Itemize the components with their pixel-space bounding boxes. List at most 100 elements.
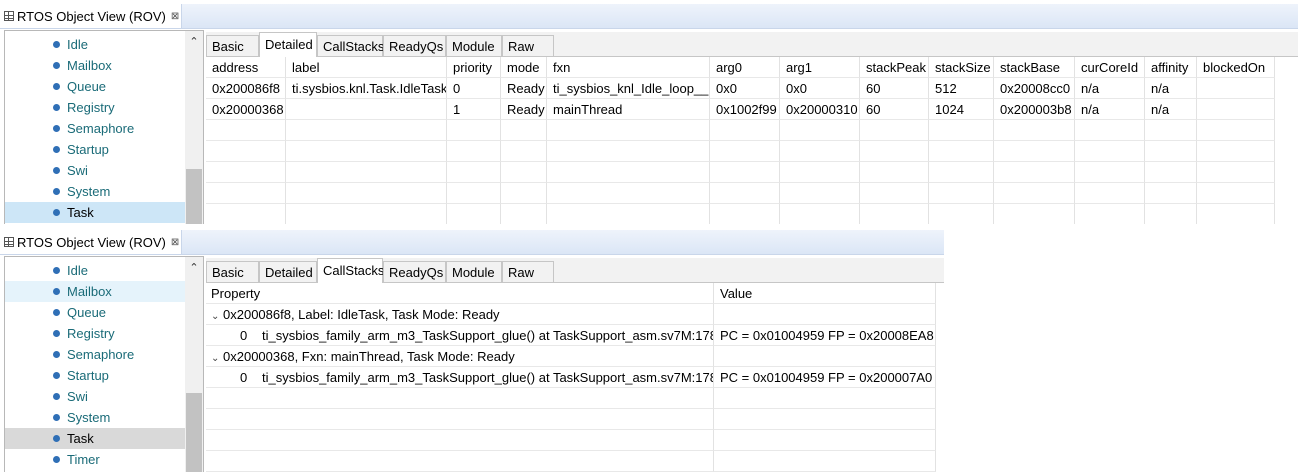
tree-item-timer[interactable]: Timer (5, 449, 185, 470)
tree-item-swi[interactable]: Swi (5, 160, 185, 181)
scrollbar-thumb[interactable] (186, 393, 202, 472)
empty-cell (1197, 120, 1275, 141)
tab-callstacks[interactable]: CallStacks (317, 35, 384, 56)
table-row[interactable] (206, 430, 936, 451)
tab-basic[interactable]: Basic (206, 35, 259, 56)
table-row[interactable] (206, 388, 936, 409)
value-cell: PC = 0x01004959 FP = 0x200007A0 (714, 367, 936, 388)
tree-item-system[interactable]: System (5, 407, 185, 428)
table-row[interactable] (206, 204, 1275, 224)
close-icon[interactable]: ⊠ (171, 237, 179, 248)
module-bullet-icon (53, 83, 60, 90)
callstacks-table: Property Value ⌄ 0x200086f8, Label: IdleTas… (206, 283, 944, 472)
column-header-arg1[interactable]: arg1 (780, 57, 860, 78)
empty-cell (929, 120, 994, 141)
tree-item-swi[interactable]: Swi (5, 386, 185, 407)
tab-basic[interactable]: Basic (206, 261, 259, 282)
empty-cell (547, 162, 710, 183)
tab-module[interactable]: Module (446, 261, 502, 282)
empty-cell (206, 120, 286, 141)
tree-item-task[interactable]: Task (5, 202, 185, 223)
table-cell: ti.sysbios.knl.Task.IdleTask (286, 78, 447, 99)
task-group-label: 0x200086f8, Label: IdleTask, Task Mode: … (223, 307, 500, 322)
tree-item-semaphore[interactable]: Semaphore (5, 344, 185, 365)
scroll-up-icon[interactable]: ⌃ (185, 35, 203, 51)
table-row[interactable] (206, 451, 936, 472)
column-header-value[interactable]: Value (714, 283, 936, 304)
task-group-row[interactable]: ⌄ 0x200086f8, Label: IdleTask, Task Mode:… (206, 304, 936, 325)
tree-item-label: Idle (67, 263, 88, 278)
task-group-row[interactable]: ⌄ 0x20000368, Fxn: mainThread, Task Mode:… (206, 346, 936, 367)
view-title: RTOS Object View (ROV) (17, 234, 166, 250)
column-header-stacksize[interactable]: stackSize (929, 57, 994, 78)
column-header-property[interactable]: Property (206, 283, 714, 304)
close-icon[interactable]: ⊠ (171, 11, 179, 22)
tree-item-registry[interactable]: Registry (5, 97, 185, 118)
tree-item-task[interactable]: Task (5, 428, 185, 449)
tree-item-queue[interactable]: Queue (5, 302, 185, 323)
column-header-stackpeak[interactable]: stackPeak (860, 57, 929, 78)
table-cell: ti_sysbios_knl_Idle_loop__E (547, 78, 710, 99)
tab-readyqs[interactable]: ReadyQs (383, 35, 446, 56)
module-bullet-icon (53, 393, 60, 400)
tab-raw[interactable]: Raw (502, 261, 554, 282)
value-cell (714, 304, 936, 325)
stack-frame-row[interactable]: 0 ti_sysbios_family_arm_m3_TaskSupport_gl… (206, 367, 936, 388)
empty-cell (1075, 141, 1145, 162)
empty-cell (206, 388, 714, 409)
tree-item-label: Mailbox (67, 284, 112, 299)
table-row[interactable] (206, 183, 1275, 204)
tree-item-registry[interactable]: Registry (5, 323, 185, 344)
tree-item-mailbox[interactable]: Mailbox (5, 281, 185, 302)
tree-item-idle[interactable]: Idle (5, 34, 185, 55)
table-row[interactable]: 0x200086f8 ti.sysbios.knl.Task.IdleTask 0 R… (206, 78, 1275, 99)
tree-item-mailbox[interactable]: Mailbox (5, 55, 185, 76)
table-row[interactable]: 0x20000368 1 Ready mainThread 0x1002f99 0x200… (206, 99, 1275, 120)
tree-item-startup[interactable]: Startup (5, 365, 185, 386)
column-header-curcoreid[interactable]: curCoreId (1075, 57, 1145, 78)
table-cell: 0x0 (710, 78, 780, 99)
table-cell: n/a (1075, 99, 1145, 120)
scroll-up-icon[interactable]: ⌃ (185, 261, 203, 277)
column-header-affinity[interactable]: affinity (1145, 57, 1197, 78)
column-header-mode[interactable]: mode (501, 57, 547, 78)
stack-frame-row[interactable]: 0 ti_sysbios_family_arm_m3_TaskSupport_gl… (206, 325, 936, 346)
tab-module[interactable]: Module (446, 35, 502, 56)
view-title-tab[interactable]: RTOS Object View (ROV) ⊠ (0, 4, 182, 28)
table-cell: 60 (860, 78, 929, 99)
tree-item-idle[interactable]: Idle (5, 260, 185, 281)
tree-item-startup[interactable]: Startup (5, 139, 185, 160)
tab-callstacks[interactable]: CallStacks (317, 258, 384, 283)
column-header-stackbase[interactable]: stackBase (994, 57, 1075, 78)
module-bullet-icon (53, 414, 60, 421)
column-header-label[interactable]: label (286, 57, 447, 78)
table-cell: mainThread (547, 99, 710, 120)
expand-chevron-icon[interactable]: ⌄ (211, 306, 223, 324)
tree-scrollbar[interactable]: ⌃ (185, 31, 203, 224)
column-header-arg0[interactable]: arg0 (710, 57, 780, 78)
tab-raw[interactable]: Raw (502, 35, 554, 56)
column-header-blockedon[interactable]: blockedOn (1197, 57, 1275, 78)
tree-scrollbar[interactable]: ⌃ (185, 257, 203, 472)
module-bullet-icon (53, 146, 60, 153)
tab-detailed[interactable]: Detailed (259, 261, 317, 282)
tree-item-queue[interactable]: Queue (5, 76, 185, 97)
column-header-address[interactable]: address (206, 57, 286, 78)
expand-chevron-icon[interactable]: ⌄ (211, 348, 223, 366)
column-header-priority[interactable]: priority (447, 57, 501, 78)
module-bullet-icon (53, 351, 60, 358)
tree-item-label: System (67, 410, 111, 425)
tree-item-semaphore[interactable]: Semaphore (5, 118, 185, 139)
table-row[interactable] (206, 409, 936, 430)
table-row[interactable] (206, 141, 1275, 162)
view-title-tab[interactable]: RTOS Object View (ROV) ⊠ (0, 230, 182, 254)
tab-readyqs[interactable]: ReadyQs (383, 261, 446, 282)
scrollbar-thumb[interactable] (186, 169, 202, 224)
tree-item-label: Semaphore (67, 347, 135, 362)
table-cell (1197, 99, 1275, 120)
table-row[interactable] (206, 162, 1275, 183)
column-header-fxn[interactable]: fxn (547, 57, 710, 78)
table-row[interactable] (206, 120, 1275, 141)
tab-detailed[interactable]: Detailed (259, 32, 317, 57)
tree-item-system[interactable]: System (5, 181, 185, 202)
